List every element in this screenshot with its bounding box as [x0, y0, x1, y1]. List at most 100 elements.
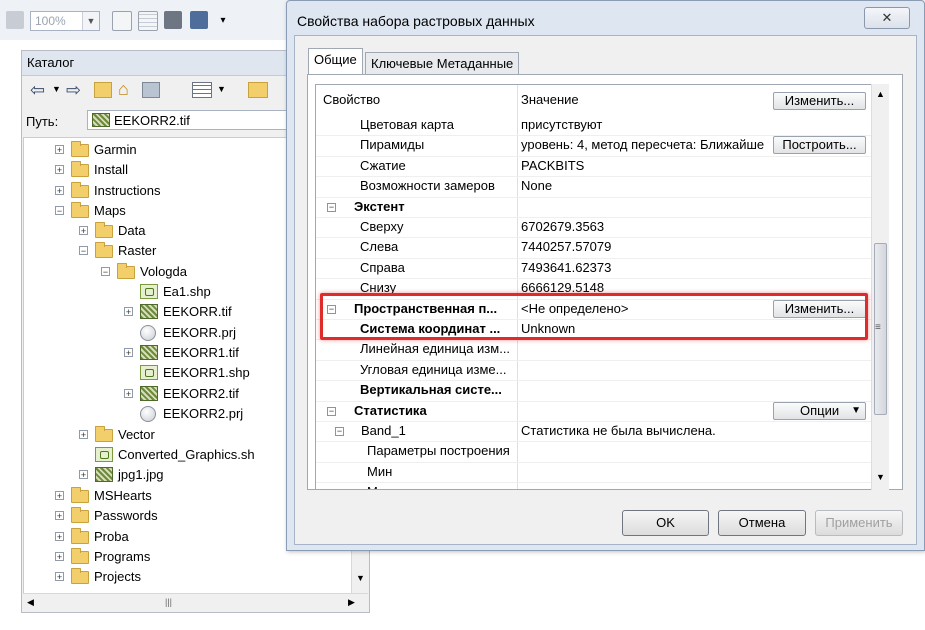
property-row[interactable]: М...: [316, 482, 885, 489]
scroll-left-icon[interactable]: ◀: [27, 597, 34, 608]
forward-arrow-icon[interactable]: ⇨: [66, 81, 81, 99]
collapse-icon[interactable]: −: [79, 246, 88, 256]
tab-key-metadata[interactable]: Ключевые Метаданные: [365, 52, 520, 76]
property-row[interactable]: Линейная единица изм...: [316, 339, 885, 359]
expand-icon[interactable]: +: [55, 165, 64, 175]
tree-horizontal-scrollbar[interactable]: ◀ ||| ▶: [23, 593, 368, 612]
folder-icon: [71, 487, 89, 503]
collapse-icon[interactable]: −: [327, 406, 336, 416]
tree-item-label: Projects: [94, 569, 141, 584]
tab-general-label: Общие: [314, 52, 357, 67]
collapse-icon[interactable]: −: [327, 202, 336, 212]
back-dropdown-icon[interactable]: ▼: [52, 84, 61, 94]
property-name: М...: [367, 482, 512, 489]
property-row[interactable]: Справа 7493641.62373: [316, 258, 885, 278]
back-arrow-icon[interactable]: ⇦: [30, 81, 45, 99]
ok-button[interactable]: OK: [622, 510, 709, 536]
view-options-icon[interactable]: [192, 82, 212, 98]
expand-icon[interactable]: +: [55, 552, 64, 562]
scroll-down-icon[interactable]: ▼: [876, 472, 885, 482]
expand-icon[interactable]: +: [55, 145, 64, 155]
grid-page-icon[interactable]: [138, 11, 158, 31]
expand-icon[interactable]: +: [124, 348, 133, 358]
property-row[interactable]: Сжатие PACKBITS: [316, 156, 885, 176]
property-row[interactable]: Мин: [316, 462, 885, 482]
property-row[interactable]: Цветовая карта присутствуют: [316, 115, 885, 135]
property-row[interactable]: − Band_1 Статистика не была вычислена.: [316, 421, 885, 441]
chevron-down-icon[interactable]: ▼: [82, 12, 99, 30]
property-row[interactable]: Сверху 6702679.3563: [316, 217, 885, 237]
layer-icon[interactable]: [6, 11, 24, 29]
property-row[interactable]: Угловая единица изме...: [316, 360, 885, 380]
expand-icon[interactable]: +: [55, 511, 64, 521]
path-input[interactable]: EEKORR2.tif: [87, 110, 287, 130]
grid-header: Свойство Значение Изменить...: [316, 90, 885, 110]
new-folder-icon[interactable]: [248, 82, 268, 98]
scroll-up-icon[interactable]: ▲: [876, 89, 885, 99]
connect-folder-icon[interactable]: [142, 82, 160, 98]
scroll-right-icon[interactable]: ▶: [348, 597, 355, 608]
property-name: Пирамиды: [360, 137, 425, 153]
raster-icon: [140, 345, 158, 360]
scroll-grip-icon: ≡: [875, 322, 881, 333]
expand-icon[interactable]: +: [79, 226, 88, 236]
tree-item-label: Vologda: [140, 264, 187, 279]
path-label: Путь:: [26, 114, 59, 129]
tree-item-label: jpg1.jpg: [118, 467, 164, 482]
tree-item-label: Garmin: [94, 142, 137, 157]
expand-icon[interactable]: +: [55, 491, 64, 501]
shapefile-icon: [95, 447, 113, 462]
property-value: Статистика не была вычислена.: [521, 423, 716, 438]
expand-icon[interactable]: +: [55, 572, 64, 582]
property-name: Мин: [367, 463, 393, 479]
tab-general[interactable]: Общие: [308, 48, 363, 76]
window-icon[interactable]: [190, 11, 208, 29]
expand-icon[interactable]: +: [79, 470, 88, 480]
expand-icon[interactable]: +: [55, 532, 64, 542]
collapse-icon[interactable]: −: [101, 267, 110, 277]
expand-icon[interactable]: +: [55, 186, 64, 196]
property-value: [521, 380, 881, 400]
home-icon[interactable]: ⌂: [118, 80, 129, 98]
tree-item-label: Raster: [118, 243, 157, 258]
expand-icon[interactable]: +: [124, 307, 133, 317]
property-row[interactable]: − Экстент: [316, 197, 885, 217]
property-row[interactable]: Слева 7440257.57079: [316, 237, 885, 257]
property-row[interactable]: Вертикальная систе...: [316, 380, 885, 400]
property-row[interactable]: Возможности замеров None: [316, 176, 885, 196]
property-row[interactable]: − Статистика Опции ▼: [316, 401, 885, 421]
overflow-icon[interactable]: ▾: [218, 14, 228, 28]
dialog-title: Свойства набора растровых данных: [297, 13, 535, 29]
folder-icon: [71, 548, 89, 564]
property-value: 6702679.3563: [521, 219, 605, 234]
property-value: None: [521, 178, 553, 194]
property-row[interactable]: Пирамиды уровень: 4, метод пересчета: Бли…: [316, 135, 885, 155]
close-button[interactable]: ✕: [864, 7, 910, 29]
catalog-title: Каталог: [27, 55, 75, 70]
grid-vertical-scrollbar[interactable]: ▲ ≡ ▼: [871, 84, 889, 490]
collapse-icon[interactable]: −: [55, 206, 64, 216]
page-icon[interactable]: [112, 11, 132, 31]
edit-button[interactable]: Изменить...: [773, 92, 866, 110]
expand-icon[interactable]: +: [79, 430, 88, 440]
close-icon: ✕: [881, 10, 893, 25]
tool-icon[interactable]: [164, 11, 182, 29]
scroll-down-icon[interactable]: ▼: [356, 573, 365, 583]
property-row[interactable]: Параметры построения: [316, 441, 885, 461]
scroll-grip-icon[interactable]: |||: [165, 597, 172, 607]
cancel-button[interactable]: Отмена: [718, 510, 806, 536]
apply-button[interactable]: Применить: [815, 510, 903, 536]
options-button[interactable]: Опции ▼: [773, 401, 866, 420]
up-folder-icon[interactable]: [94, 82, 112, 98]
tree-item[interactable]: + Projects: [24, 567, 350, 587]
view-dropdown-icon[interactable]: ▼: [217, 84, 226, 94]
property-grid[interactable]: Свойство Значение Изменить... Цветовая карт…: [315, 84, 886, 490]
collapse-icon[interactable]: −: [335, 427, 344, 436]
build-button[interactable]: Построить...: [773, 136, 866, 155]
expand-icon[interactable]: +: [124, 389, 133, 399]
property-value: [521, 360, 881, 380]
zoom-select[interactable]: 100% ▼: [30, 11, 100, 31]
property-value: [521, 441, 881, 461]
folder-icon: [71, 507, 89, 523]
property-name: Вертикальная систе...: [360, 382, 502, 398]
